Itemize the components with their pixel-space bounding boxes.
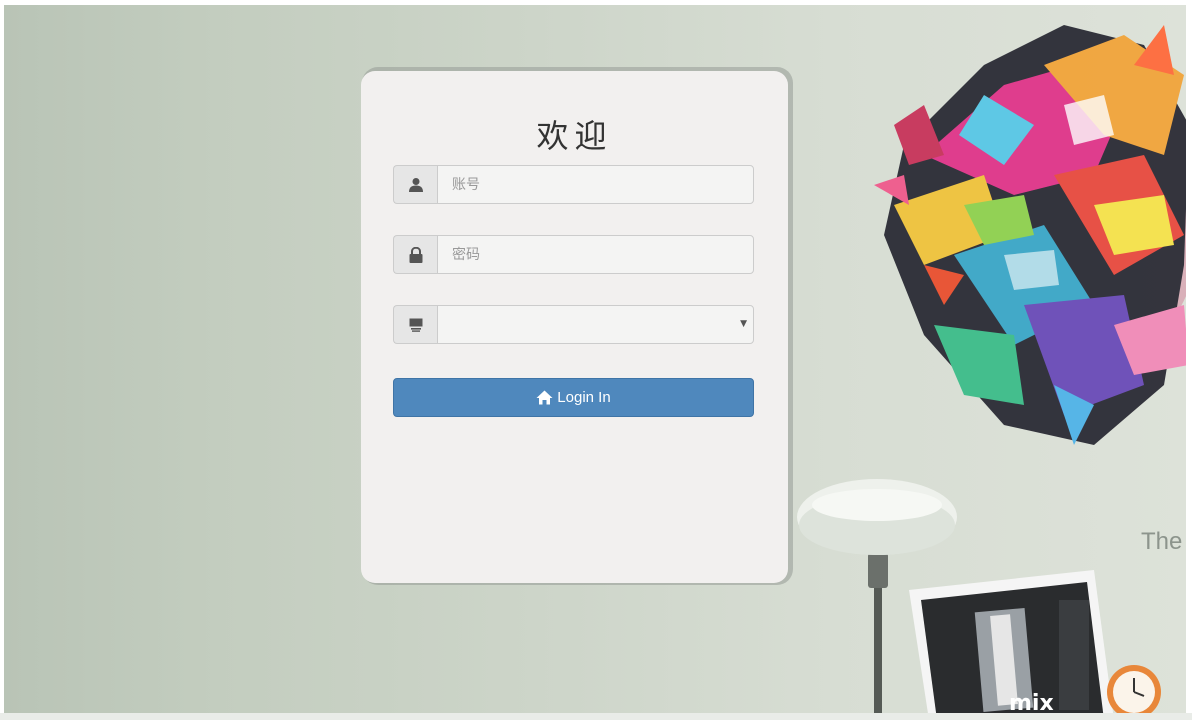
bottom-strip [0,713,1192,720]
account-input[interactable] [437,165,754,204]
password-input-group [393,235,754,274]
page-title: 欢迎 [536,117,613,155]
server-select[interactable]: ▼ [437,305,754,344]
background-art-burst [874,25,1186,445]
lock-icon [393,235,437,274]
login-card: 欢迎 ▼ [361,71,788,583]
password-input[interactable] [437,235,754,274]
svg-text:mix: mix [1009,691,1054,713]
monitor-icon [393,305,437,344]
login-button[interactable]: Login In [393,378,754,417]
select-input-group: ▼ [393,305,754,344]
background-clock [1107,665,1161,713]
user-icon [393,165,437,204]
account-input-group [393,165,754,204]
login-button-label: Login In [557,389,611,406]
background-monitor: mix [909,570,1114,713]
background-partial-text: The [1141,528,1183,555]
home-icon [536,390,553,405]
caret-down-icon: ▼ [740,319,747,329]
